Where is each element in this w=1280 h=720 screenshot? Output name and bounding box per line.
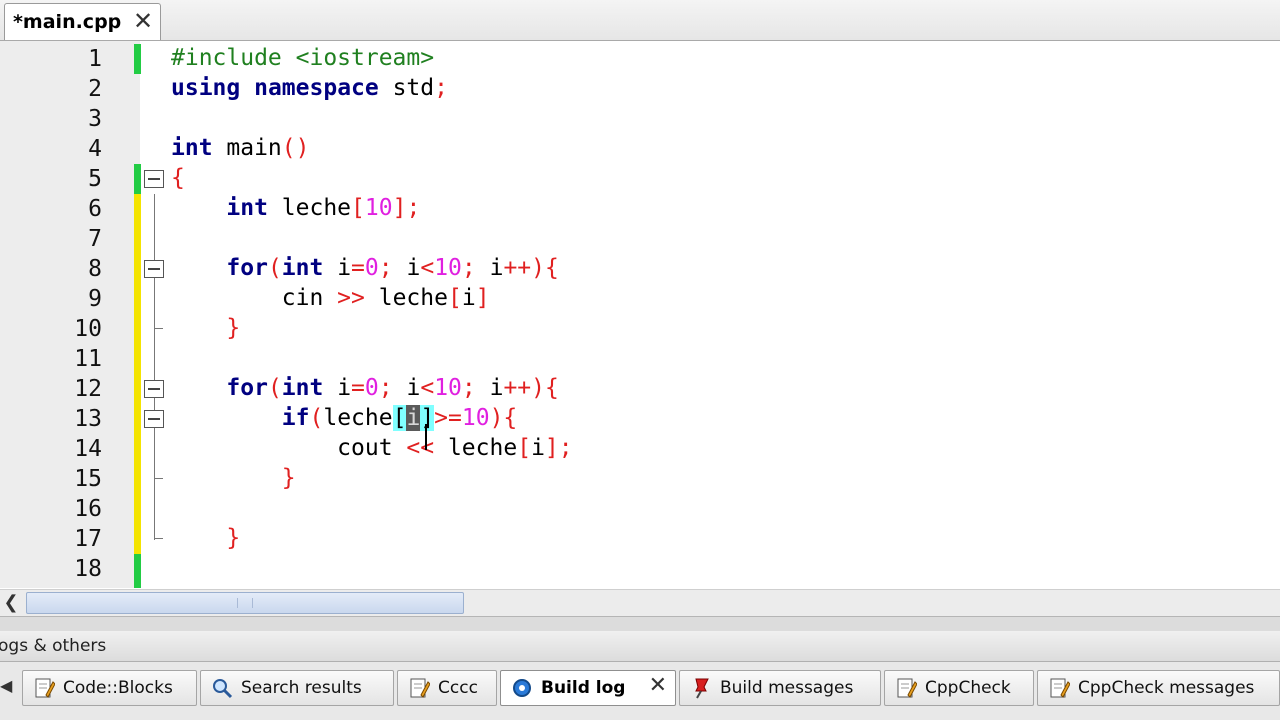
close-icon[interactable]: ✕ xyxy=(649,673,667,698)
horizontal-scrollbar[interactable]: ❮ xyxy=(0,589,1280,616)
code-editor[interactable]: 1 #include <iostream> 2 using namespace … xyxy=(0,41,1280,588)
line-number: 11 xyxy=(74,346,102,372)
line-number: 10 xyxy=(74,316,102,342)
code-line: 10 } xyxy=(0,314,1280,344)
tab-label: CppCheck xyxy=(925,678,1011,698)
fold-toggle-icon[interactable] xyxy=(144,380,164,398)
line-number: 1 xyxy=(88,46,102,72)
code-line: 9 cin >> leche[i] xyxy=(0,284,1280,314)
gear-blue-icon xyxy=(513,679,531,697)
line-number: 15 xyxy=(74,466,102,492)
tab-main-cpp[interactable]: *main.cpp ✕ xyxy=(4,3,161,40)
line-number: 5 xyxy=(88,166,102,192)
fold-toggle-icon[interactable] xyxy=(144,410,164,428)
tab-title: *main.cpp xyxy=(13,11,122,33)
line-number: 3 xyxy=(88,106,102,132)
tab-cppcheck[interactable]: CppCheck xyxy=(884,670,1034,706)
line-number: 14 xyxy=(74,436,102,462)
tab-code-blocks[interactable]: Code::Blocks xyxy=(22,670,197,706)
line-number: 2 xyxy=(88,76,102,102)
document-pencil-icon xyxy=(410,678,430,698)
code-line: 3 xyxy=(0,104,1280,134)
code-line: 5 { xyxy=(0,164,1280,194)
tab-label: CppCheck messages xyxy=(1078,678,1255,698)
editor-tab-bar: *main.cpp ✕ xyxy=(0,0,1280,41)
panel-splitter[interactable] xyxy=(0,616,1280,632)
code-line: 8 for(int i=0; i<10; i++){ xyxy=(0,254,1280,284)
tab-cccc[interactable]: Cccc xyxy=(397,670,497,706)
pin-red-icon xyxy=(695,678,709,699)
logs-panel-header: ogs & others xyxy=(0,631,1280,662)
line-number: 8 xyxy=(88,256,102,282)
fold-end-marker xyxy=(154,328,163,329)
tab-label: Build messages xyxy=(720,678,854,698)
code-line: 6 int leche[10]; xyxy=(0,194,1280,224)
scroll-left-arrow-icon[interactable]: ❮ xyxy=(0,590,22,616)
code-line: 12 for(int i=0; i<10; i++){ xyxy=(0,374,1280,404)
fold-end-marker xyxy=(154,538,163,539)
code-line: 4 int main() xyxy=(0,134,1280,164)
tab-label: Search results xyxy=(241,678,362,698)
text-cursor-icon xyxy=(425,424,427,450)
code-line: 15 } xyxy=(0,464,1280,494)
line-number: 13 xyxy=(74,406,102,432)
line-number: 18 xyxy=(74,556,102,582)
line-number: 16 xyxy=(74,496,102,522)
code-line: 2 using namespace std; xyxy=(0,74,1280,104)
scrollbar-thumb[interactable] xyxy=(26,592,464,614)
line-number: 17 xyxy=(74,526,102,552)
document-pencil-icon xyxy=(897,678,917,698)
tab-build-messages[interactable]: Build messages xyxy=(679,670,881,706)
line-number: 9 xyxy=(88,286,102,312)
code-line: 13 if(leche[i]>=10){ xyxy=(0,404,1280,434)
logs-panel-title: ogs & others xyxy=(0,636,107,656)
tab-build-log[interactable]: Build log ✕ xyxy=(500,670,676,706)
line-number: 6 xyxy=(88,196,102,222)
line-number: 7 xyxy=(88,226,102,252)
tab-label: Cccc xyxy=(438,678,478,698)
scrollbar-grip-icon xyxy=(237,598,253,608)
tabs-scroll-left-icon[interactable]: ◀ xyxy=(0,676,12,695)
document-pencil-icon xyxy=(1050,678,1070,698)
fold-end-marker xyxy=(154,478,163,479)
line-number: 4 xyxy=(88,136,102,162)
code-line: 18 xyxy=(0,554,1280,584)
tab-label: Code::Blocks xyxy=(63,678,173,698)
magnifier-icon xyxy=(213,679,233,699)
tab-cppcheck-messages[interactable]: CppCheck messages xyxy=(1037,670,1280,706)
fold-toggle-icon[interactable] xyxy=(144,170,164,188)
logs-panel-tabs: ◀ Code::Blocks Search results Cccc Build… xyxy=(0,662,1280,720)
code-line: 11 xyxy=(0,344,1280,374)
document-pencil-icon xyxy=(35,678,55,698)
fold-toggle-icon[interactable] xyxy=(144,260,164,278)
code-line: 1 #include <iostream> xyxy=(0,44,1280,74)
line-number: 12 xyxy=(74,376,102,402)
code-line: 7 xyxy=(0,224,1280,254)
code-line: 17 } xyxy=(0,524,1280,554)
close-icon[interactable]: ✕ xyxy=(133,7,153,35)
tab-label: Build log xyxy=(541,678,626,698)
tab-search-results[interactable]: Search results xyxy=(200,670,394,706)
code-line: 16 xyxy=(0,494,1280,524)
code-line: 14 cout << leche[i]; xyxy=(0,434,1280,464)
